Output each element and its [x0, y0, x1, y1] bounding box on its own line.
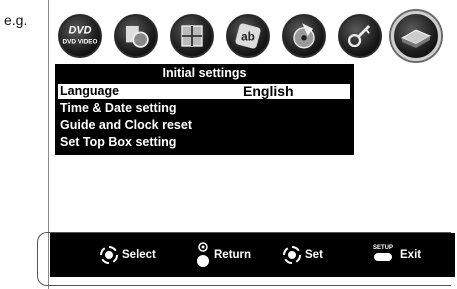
svg-text:DVD: DVD	[69, 24, 92, 36]
svg-text:SETUP: SETUP	[373, 245, 393, 251]
initial-settings-menu: Initial settings Language English Time &…	[55, 64, 354, 155]
menu-item-label: Set Top Box setting	[60, 135, 177, 149]
parental-icon[interactable]	[282, 14, 326, 58]
svg-text:DVD VIDEO: DVD VIDEO	[63, 38, 98, 45]
navigation-guide-bar: Select Return Set SETUP Exit	[50, 233, 455, 277]
return-button-icon	[197, 242, 209, 267]
menu-item-label: Language	[60, 84, 120, 98]
audio-icon[interactable]: ab	[226, 14, 270, 58]
menu-item-label: Time & Date setting	[60, 101, 177, 115]
direction-pad-icon	[100, 246, 118, 264]
menu-title: Initial settings	[162, 66, 247, 80]
example-caption: e.g.	[4, 12, 28, 28]
settings-wrench-icon[interactable]	[338, 14, 382, 58]
menu-item-language[interactable]: Language English	[58, 84, 350, 99]
initial-settings-icon[interactable]	[391, 11, 441, 61]
display-icon[interactable]	[170, 14, 214, 58]
menu-item-label: Guide and Clock reset	[60, 118, 192, 132]
menu-item-time-date[interactable]: Time & Date setting	[58, 101, 350, 116]
dvd-video-icon[interactable]: DVD DVD VIDEO	[58, 14, 102, 58]
menu-item-set-top-box[interactable]: Set Top Box setting	[58, 135, 350, 150]
menu-item-guide-clock-reset[interactable]: Guide and Clock reset	[58, 118, 350, 133]
direction-pad-icon	[283, 246, 301, 264]
language-value: English	[243, 83, 294, 99]
setup-button-icon: SETUP	[373, 245, 393, 261]
svg-text:ab: ab	[241, 30, 255, 44]
picture-icon[interactable]	[114, 14, 158, 58]
menu-icon-bar: DVD DVD VIDEO ab	[50, 9, 455, 64]
